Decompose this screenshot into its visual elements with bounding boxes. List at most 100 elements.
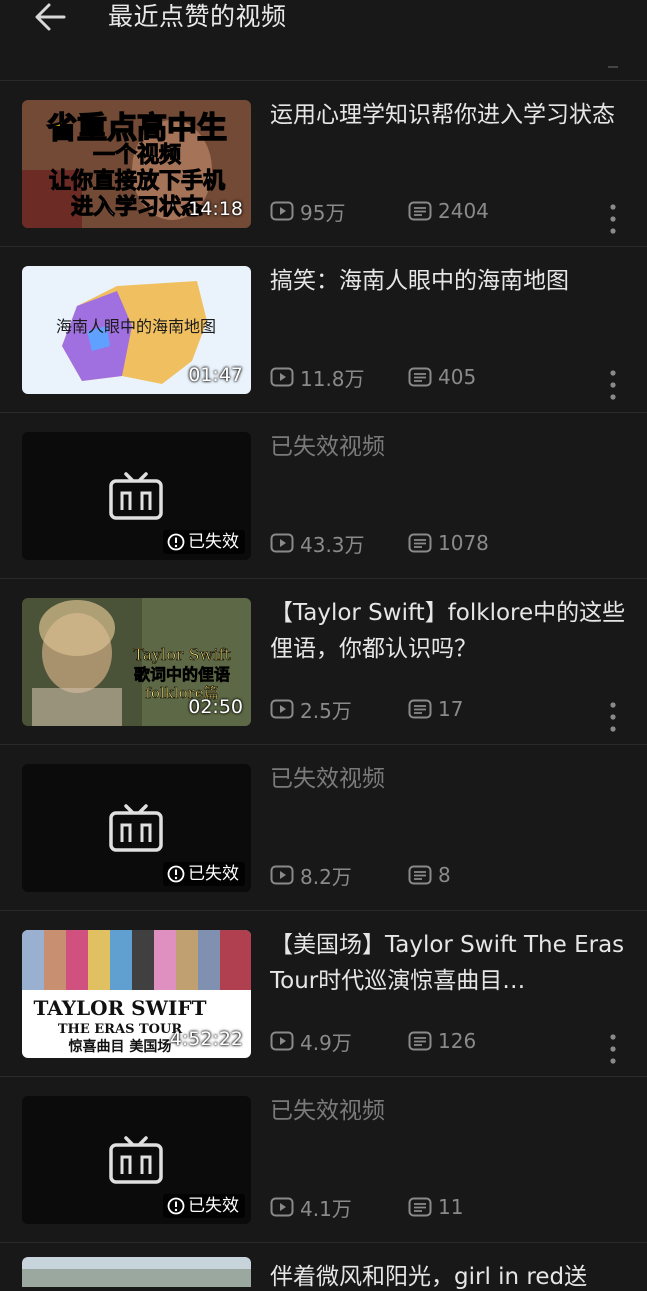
thumb-caption-2: 歌词中的俚语	[134, 665, 230, 684]
play-icon	[270, 1197, 294, 1217]
warning-circle-icon	[167, 865, 185, 883]
video-item-invalid[interactable]: 已失效 已失效视频 43.3万 1078	[0, 413, 647, 579]
video-thumbnail[interactable]: 省重点高中生 一个视频 让你直接放下手机 进入学习状态 14:18	[22, 100, 251, 228]
play-count: 4.1万	[270, 1193, 408, 1222]
danmaku-count-value: 8	[438, 863, 451, 887]
duration-label: 01:47	[188, 364, 243, 386]
video-item[interactable]: 省重点高中生 一个视频 让你直接放下手机 进入学习状态 14:18 运用心理学知…	[0, 81, 647, 247]
danmaku-count: 2404	[408, 199, 489, 223]
top-bar: 最近点赞的视频	[0, 0, 647, 68]
play-count-value: 4.9万	[300, 1030, 352, 1055]
danmaku-count-value: 2404	[438, 199, 489, 223]
play-icon	[270, 533, 294, 553]
video-item[interactable]: TAYLOR SWIFT THE ERAS TOUR 惊喜曲目 美国场 4:52…	[0, 911, 647, 1077]
thumb-caption-2: THE ERAS TOUR	[58, 1022, 182, 1037]
video-title: 已失效视频	[270, 766, 385, 792]
invalid-badge: 已失效	[163, 1194, 245, 1218]
video-title-partial[interactable]: 伴着微风和阳光，girl in red送	[270, 1257, 587, 1291]
thumb-caption-3: 惊喜曲目 美国场	[68, 1038, 172, 1055]
invalid-badge-label: 已失效	[188, 1196, 239, 1216]
more-vertical-icon[interactable]	[606, 202, 620, 236]
video-thumbnail[interactable]: TAYLOR SWIFT THE ERAS TOUR 惊喜曲目 美国场 4:52…	[22, 930, 251, 1058]
thumb-caption-1: 省重点高中生	[47, 111, 227, 146]
video-title[interactable]: 搞笑：海南人眼中的海南地图	[270, 263, 630, 299]
more-vertical-icon[interactable]	[606, 368, 620, 402]
thumb-caption-4: 进入学习状态	[71, 194, 203, 220]
more-vertical-icon[interactable]	[606, 700, 620, 734]
video-title: 已失效视频	[270, 434, 385, 460]
invalid-badge-label: 已失效	[188, 532, 239, 552]
danmaku-icon	[408, 865, 432, 885]
invalid-badge-label: 已失效	[188, 864, 239, 884]
play-icon	[270, 367, 294, 387]
video-thumbnail[interactable]: 已失效	[22, 432, 251, 560]
play-count: 4.9万	[270, 1027, 408, 1056]
page-title: 最近点赞的视频	[108, 2, 287, 31]
play-count-value: 43.3万	[300, 532, 365, 557]
video-thumbnail-partial[interactable]	[22, 1257, 251, 1287]
danmaku-icon	[408, 201, 432, 221]
video-title[interactable]: 【美国场】Taylor Swift The Eras Tour时代巡演惊喜曲目…	[270, 927, 630, 999]
thumb-caption-1: Taylor Swift	[133, 645, 231, 664]
play-count: 2.5万	[270, 695, 408, 724]
video-thumbnail[interactable]: 已失效	[22, 764, 251, 892]
danmaku-count: 8	[408, 863, 451, 887]
tv-icon	[109, 1136, 163, 1184]
video-stats: 2.5万 17	[270, 695, 463, 724]
tv-icon	[109, 472, 163, 520]
play-count-value: 2.5万	[300, 698, 352, 723]
video-title: 已失效视频	[270, 1098, 385, 1124]
duration-label: 4:52:22	[169, 1028, 243, 1050]
warning-circle-icon	[167, 533, 185, 551]
play-count-value: 8.2万	[300, 864, 352, 889]
danmaku-count: 1078	[408, 531, 489, 555]
tv-icon	[109, 804, 163, 852]
video-thumbnail[interactable]: Taylor Swift 歌词中的俚语 folklore篇 02:50	[22, 598, 251, 726]
video-item-invalid[interactable]: 已失效 已失效视频 4.1万 11	[0, 1077, 647, 1243]
danmaku-count-value: 126	[438, 1029, 477, 1053]
danmaku-count-value: 405	[438, 365, 477, 389]
play-icon	[270, 1031, 294, 1051]
warning-circle-icon	[167, 1197, 185, 1215]
invalid-badge: 已失效	[163, 862, 245, 886]
danmaku-icon	[408, 533, 432, 553]
play-count: 8.2万	[270, 861, 408, 890]
thumb-caption-3: 让你直接放下手机	[49, 168, 225, 194]
video-stats: 95万 2404	[270, 197, 489, 226]
danmaku-icon	[408, 1197, 432, 1217]
play-count: 43.3万	[270, 529, 408, 558]
play-icon	[270, 699, 294, 719]
video-thumbnail[interactable]: 已失效	[22, 1096, 251, 1224]
video-stats: 11.8万 405	[270, 364, 476, 391]
video-title[interactable]: 【Taylor Swift】folklore中的这些俚语，你都认识吗？	[270, 595, 630, 667]
scroll-indicator	[608, 60, 618, 68]
video-item[interactable]: Taylor Swift 歌词中的俚语 folklore篇 02:50 【Tay…	[0, 579, 647, 745]
play-icon	[270, 865, 294, 885]
video-title[interactable]: 运用心理学知识帮你进入学习状态	[270, 97, 630, 133]
danmaku-count: 17	[408, 697, 463, 721]
danmaku-count-value: 11	[438, 1195, 464, 1219]
danmaku-icon	[408, 1031, 432, 1051]
video-list: 省重点高中生 一个视频 让你直接放下手机 进入学习状态 14:18 运用心理学知…	[0, 81, 647, 1243]
danmaku-count-value: 1078	[438, 531, 489, 555]
arrow-left-icon[interactable]	[30, 0, 70, 34]
danmaku-count-value: 17	[438, 697, 464, 721]
play-count-value: 4.1万	[300, 1196, 352, 1221]
more-vertical-icon[interactable]	[606, 1032, 620, 1066]
invalid-badge: 已失效	[163, 530, 245, 554]
thumbnail-image	[22, 1257, 251, 1287]
danmaku-count: 405	[408, 365, 476, 389]
video-stats: 8.2万 8	[270, 861, 451, 890]
danmaku-icon	[408, 699, 432, 719]
thumb-caption-1: TAYLOR SWIFT	[34, 996, 207, 1020]
video-thumbnail[interactable]: 海南人眼中的海南地图 01:47	[22, 266, 251, 394]
video-stats: 4.9万 126	[270, 1027, 477, 1056]
play-count-value: 11.8万	[300, 366, 365, 391]
video-stats: 43.3万 1078	[270, 529, 489, 558]
video-item[interactable]: 海南人眼中的海南地图 01:47 搞笑：海南人眼中的海南地图 11.8万 405	[0, 247, 647, 413]
danmaku-count: 11	[408, 1195, 463, 1219]
video-item-invalid[interactable]: 已失效 已失效视频 8.2万 8	[0, 745, 647, 911]
play-count: 95万	[270, 197, 408, 226]
play-icon	[270, 201, 294, 221]
danmaku-icon	[408, 367, 432, 387]
